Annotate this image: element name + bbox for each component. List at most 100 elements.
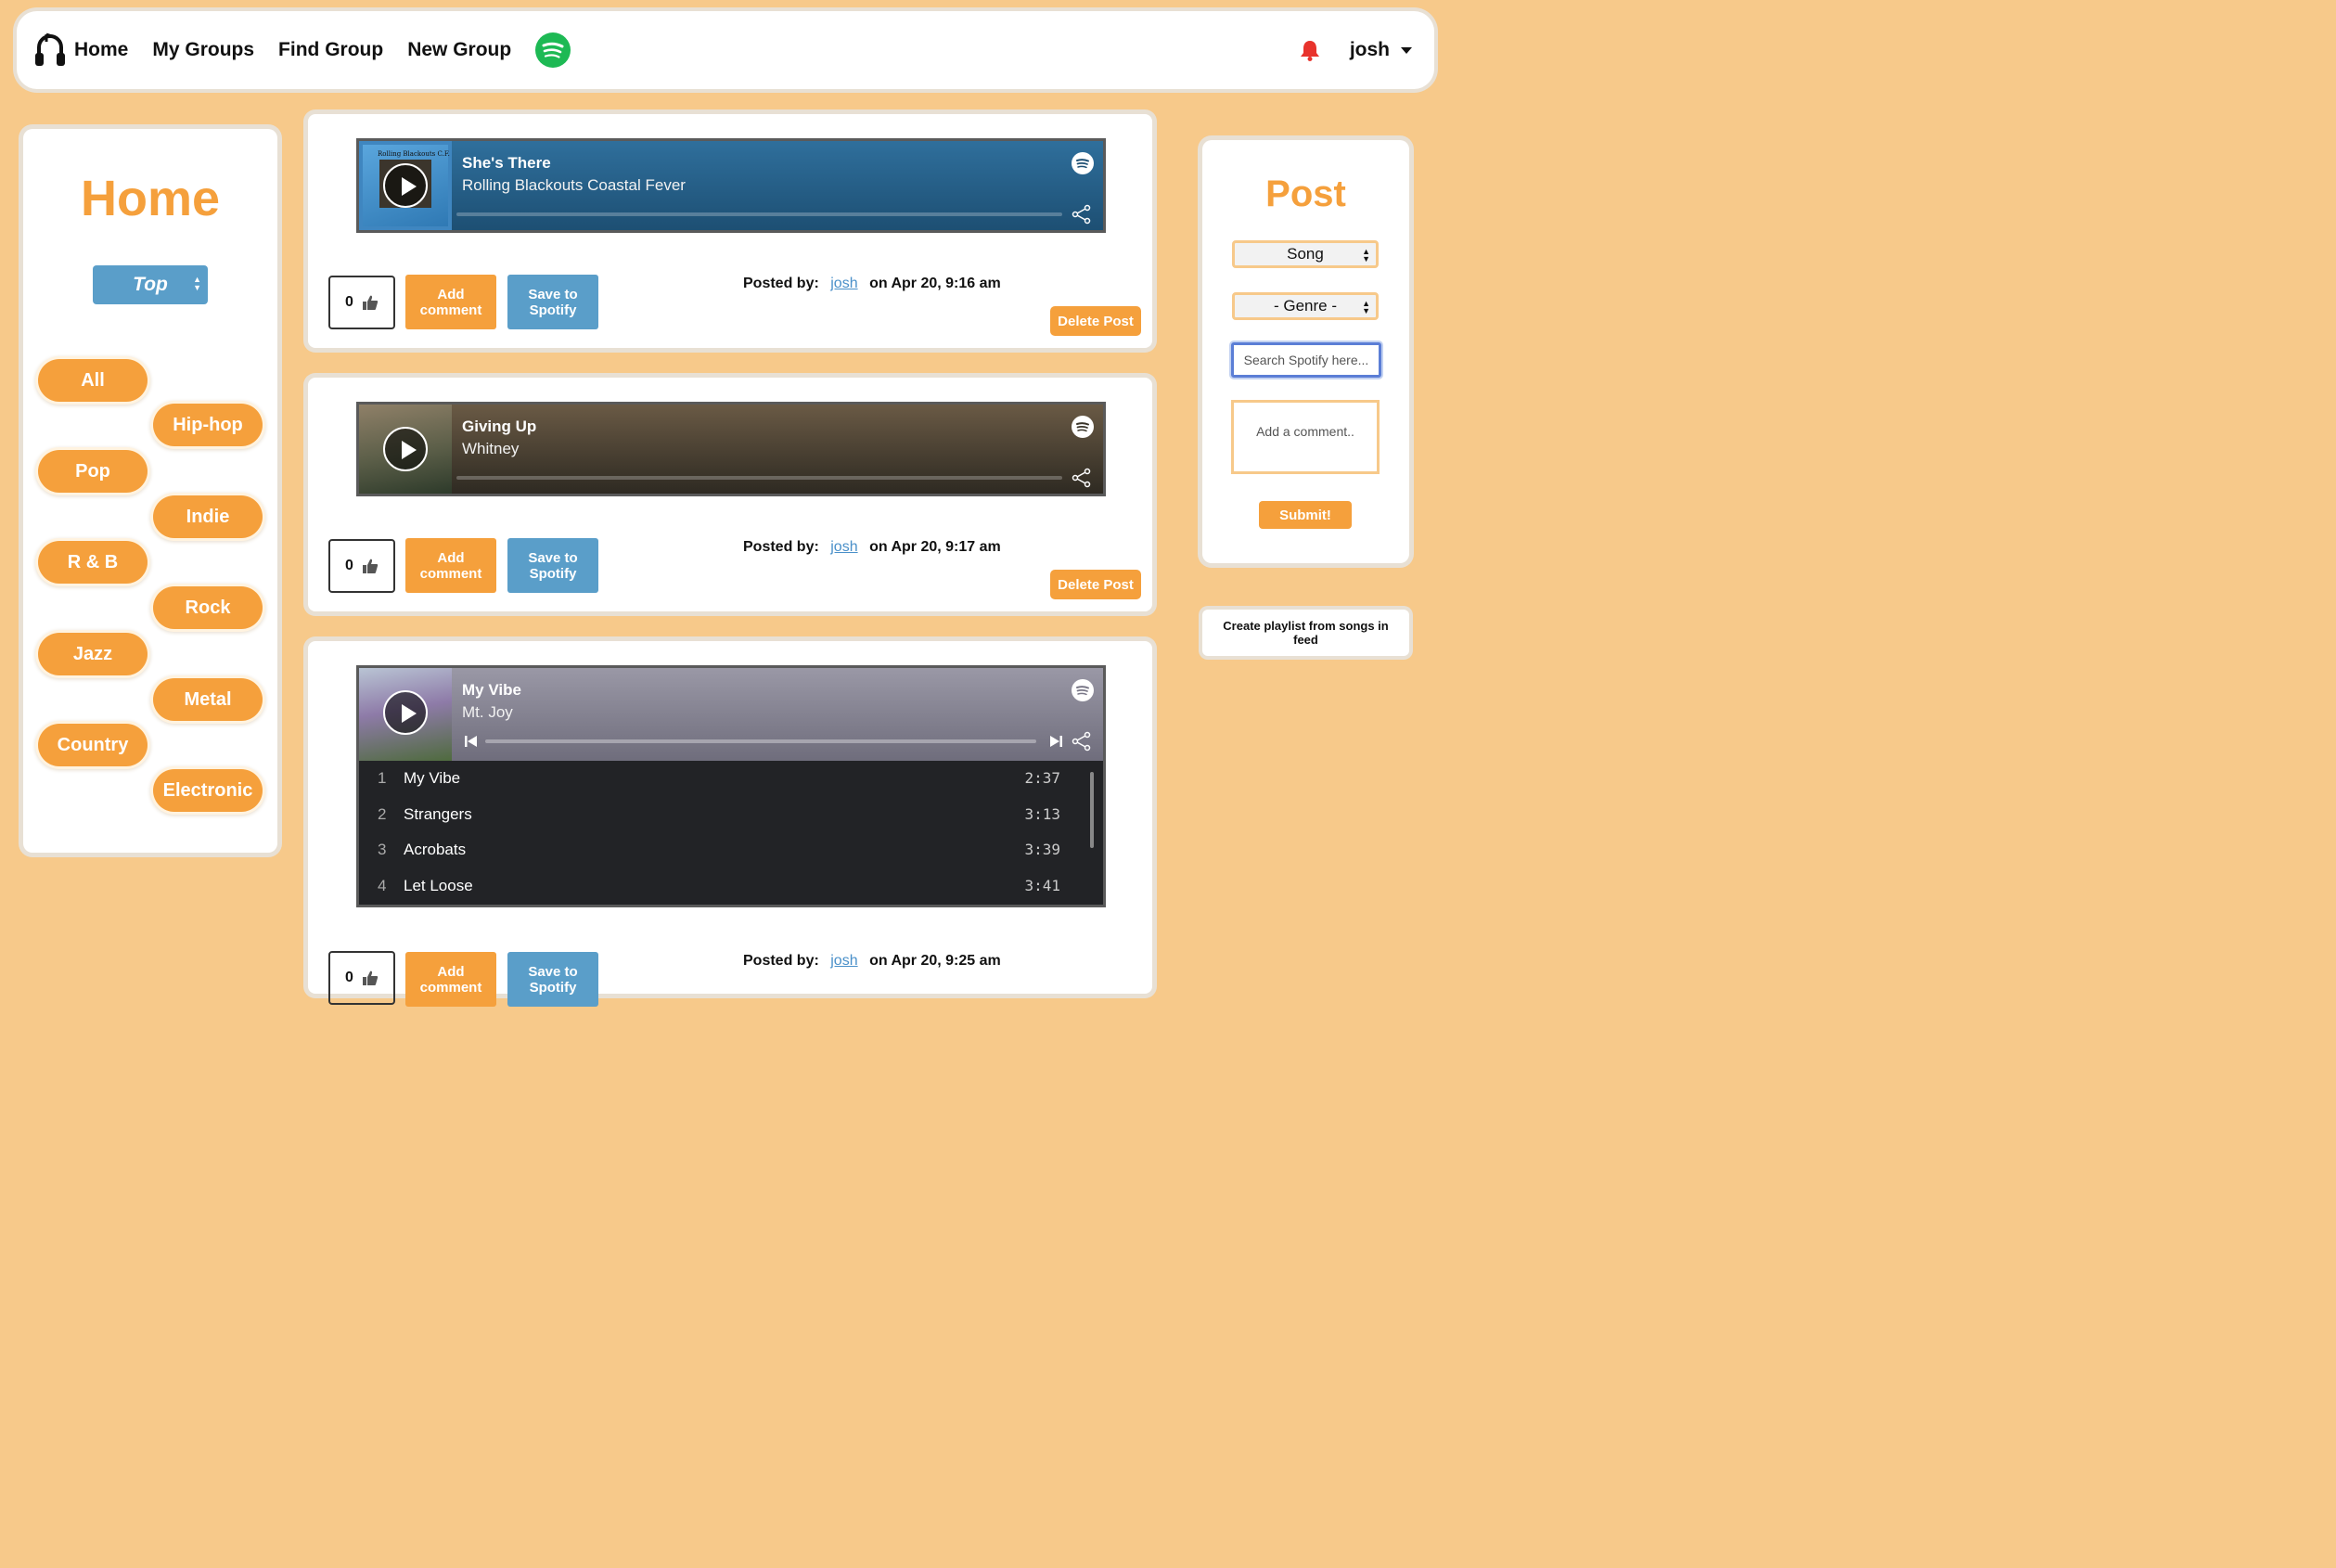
next-track-icon[interactable] [1049,735,1062,748]
poster-link[interactable]: josh [830,539,857,555]
share-icon[interactable] [1072,468,1092,488]
track-artist[interactable]: Whitney [462,440,519,458]
nav-new-group-link[interactable]: New Group [407,39,511,61]
genre-jazz-button[interactable]: Jazz [38,633,148,675]
delete-post-button[interactable]: Delete Post [1050,570,1141,599]
like-button[interactable]: 0 [328,276,395,329]
submit-button[interactable]: Submit! [1259,501,1352,529]
nav-my-groups-link[interactable]: My Groups [152,39,254,61]
select-arrows-icon: ▲ ▼ [193,275,201,292]
save-to-spotify-button[interactable]: Save to Spotify [507,275,598,329]
select-arrows-icon: ▲ ▼ [1362,299,1370,315]
posted-by-label: Posted by: [743,953,819,969]
user-menu[interactable]: josh [1350,39,1390,61]
track-name: Let Loose [404,876,473,894]
track-title[interactable]: My Vibe [462,681,521,700]
add-comment-button[interactable]: Add comment [405,538,496,593]
genre-electronic-button[interactable]: Electronic [153,769,263,812]
genre-country-button[interactable]: Country [38,724,148,766]
track-row[interactable]: 4 Let Loose 3:41 [359,868,1103,905]
player-header: Giving Up Whitney [359,405,1103,494]
genre-rock-button[interactable]: Rock [153,586,263,629]
add-comment-button[interactable]: Add comment [405,952,496,1007]
share-icon[interactable] [1072,204,1092,225]
like-button[interactable]: 0 [328,951,395,1005]
delete-post-button[interactable]: Delete Post [1050,306,1141,336]
track-title[interactable]: Giving Up [462,418,536,436]
thumbs-up-icon [362,970,379,986]
play-icon[interactable] [383,427,428,471]
bell-icon[interactable] [1300,39,1320,61]
track-duration: 3:39 [1024,841,1060,859]
previous-track-icon[interactable] [465,735,478,748]
comment-textarea[interactable]: Add a comment.. [1231,400,1380,474]
poster-link[interactable]: josh [830,953,857,969]
track-name: Acrobats [404,841,467,859]
track-duration: 3:41 [1024,876,1060,894]
like-count: 0 [345,970,353,985]
like-button[interactable]: 0 [328,539,395,593]
genre-all-button[interactable]: All [38,359,148,402]
create-playlist-button[interactable]: Create playlist from songs in feed [1202,610,1409,656]
post-card: Rolling Blackouts C.F. She's There Rolli… [308,114,1152,348]
track-number: 1 [378,769,387,787]
thumbs-up-icon [362,558,379,574]
album-art [359,668,452,761]
post-type-select[interactable]: Song ▲ ▼ [1232,240,1379,268]
caret-down-icon[interactable] [1401,46,1412,54]
track-name: My Vibe [404,769,461,787]
page-title: Home [80,171,221,226]
top-navbar: Home My Groups Find Group New Group josh [17,11,1434,89]
genre-metal-button[interactable]: Metal [153,678,263,721]
spotify-icon[interactable] [1072,679,1094,701]
nav-home-link[interactable]: Home [74,39,128,61]
spotify-icon[interactable] [535,32,571,68]
track-title[interactable]: She's There [462,154,551,173]
post-card: Giving Up Whitney 0 Add comment Save to … [308,378,1152,611]
genre-select-value: - Genre - [1273,297,1338,315]
player-header: Rolling Blackouts C.F. She's There Rolli… [359,141,1103,230]
album-art: Rolling Blackouts C.F. [359,141,452,230]
genre-pop-button[interactable]: Pop [38,450,148,493]
track-row[interactable]: 3 Acrobats 3:39 [359,832,1103,868]
track-artist[interactable]: Mt. Joy [462,703,513,722]
save-to-spotify-button[interactable]: Save to Spotify [507,952,598,1007]
track-row[interactable]: 2 Strangers 3:13 [359,797,1103,833]
play-icon[interactable] [383,163,428,208]
track-name: Strangers [404,804,472,823]
genre-rnb-button[interactable]: R & B [38,541,148,584]
nav-user-area: josh [1300,11,1412,89]
save-to-spotify-button[interactable]: Save to Spotify [507,538,598,593]
track-duration: 3:13 [1024,804,1060,823]
poster-link[interactable]: josh [830,276,857,291]
track-number: 2 [378,804,387,823]
genre-hiphop-button[interactable]: Hip-hop [153,404,263,446]
spotify-icon[interactable] [1072,152,1094,174]
track-row[interactable]: 1 My Vibe 2:37 [359,761,1103,797]
progress-bar[interactable] [485,739,1036,743]
select-arrows-icon: ▲ ▼ [1362,247,1370,263]
genre-select[interactable]: - Genre - ▲ ▼ [1232,292,1379,320]
tracklist-scrollbar[interactable] [1090,772,1094,848]
spotify-icon[interactable] [1072,416,1094,438]
post-date: on Apr 20, 9:17 am [869,539,1001,555]
post-date: on Apr 20, 9:25 am [869,953,1001,969]
share-icon[interactable] [1072,731,1092,752]
nav-find-group-link[interactable]: Find Group [278,39,383,61]
progress-bar[interactable] [456,476,1062,480]
add-comment-button[interactable]: Add comment [405,275,496,329]
spotify-embed-player: My Vibe Mt. Joy 1 My Vibe 2:37 2 Strange… [356,665,1106,907]
posted-by-line: Posted by: josh on Apr 20, 9:17 am [743,539,1001,556]
album-art-text: Rolling Blackouts C.F. [378,150,450,158]
progress-bar[interactable] [456,212,1062,216]
headphones-logo-icon[interactable] [33,32,69,69]
posted-by-line: Posted by: josh on Apr 20, 9:16 am [743,276,1001,292]
genre-indie-button[interactable]: Indie [153,495,263,538]
track-artist[interactable]: Rolling Blackouts Coastal Fever [462,176,686,195]
spotify-embed-player: Rolling Blackouts C.F. She's There Rolli… [356,138,1106,233]
sort-select[interactable]: Top ▲ ▼ [93,265,208,304]
play-icon[interactable] [383,690,428,735]
spotify-search-input[interactable]: Search Spotify here... [1231,342,1381,378]
track-duration: 2:37 [1024,769,1060,787]
sort-select-value: Top [133,274,168,295]
